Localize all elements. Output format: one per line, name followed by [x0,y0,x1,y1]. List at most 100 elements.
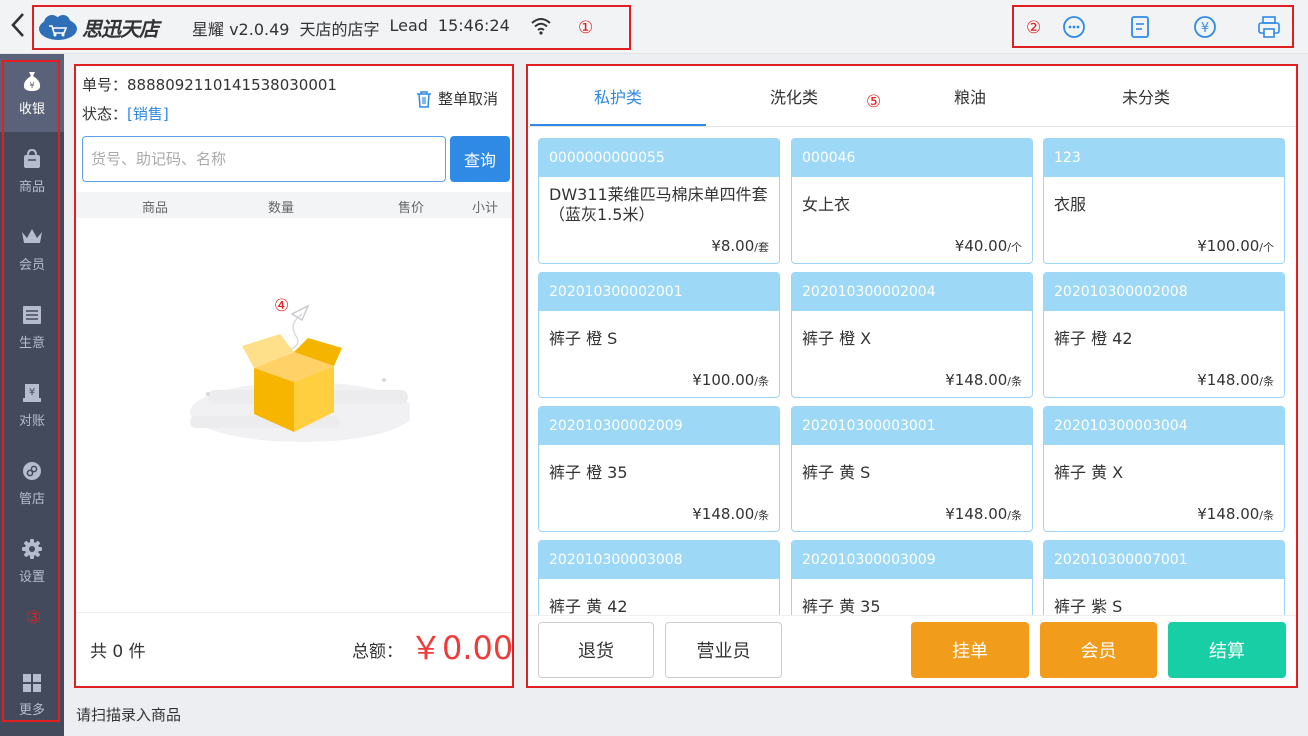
product-card[interactable]: 202010300007001 裤子 紫 S [1043,540,1285,615]
annotation-1: ① [578,18,594,38]
product-name: DW311莱维匹马棉床单四件套（蓝灰1.5米） [549,185,768,224]
sidebar-item-settings[interactable]: 设置 [0,522,64,600]
product-card[interactable]: 123 衣服 ¥100.00/个 [1043,138,1285,264]
product-unit: /个 [1259,241,1274,254]
crown-icon [22,228,42,243]
gear-icon [22,538,42,559]
brand-name: 思迅天店 [82,16,159,41]
empty-box-illustration [190,304,410,442]
user-name: Lead [389,16,428,35]
product-card[interactable]: 202010300003009 裤子 黄 35 [791,540,1033,615]
sidebar-item-checkout[interactable]: ¥ 收银 [0,54,64,132]
product-code: 202010300002001 [539,273,779,311]
product-name: 裤子 黄 S [802,463,871,482]
product-card[interactable]: 202010300002009 裤子 橙 35 ¥148.00/条 [538,406,780,532]
product-unit: /条 [754,509,769,522]
product-card[interactable]: 202010300002004 裤子 橙 X ¥148.00/条 [791,272,1033,398]
annotation-5: ⑤ [866,92,882,112]
product-card[interactable]: 202010300002001 裤子 橙 S ¥100.00/条 [538,272,780,398]
annotation-2: ② [1026,18,1042,38]
tab-cleaning[interactable]: 洗化类 [706,66,882,126]
product-price-value: ¥148.00 [692,505,755,523]
cancel-order-label: 整单取消 [437,90,498,108]
yuan-icon[interactable]: ¥ [1192,14,1218,40]
sidebar-label: 商品 [18,179,45,195]
product-card[interactable]: 202010300003004 裤子 黄 X ¥148.00/条 [1043,406,1285,532]
product-name: 裤子 紫 S [1054,597,1123,615]
svg-text:¥: ¥ [29,387,35,398]
order-status-value: [销售] [127,105,169,123]
product-price-value: ¥100.00 [692,371,755,389]
order-number: 单号：8888092110141538030001 [82,74,337,95]
product-code: 202010300002008 [1044,273,1284,311]
product-card[interactable]: 000046 女上衣 ¥40.00/个 [791,138,1033,264]
cancel-order-button[interactable]: 整单取消 [416,88,498,109]
chat-icon[interactable] [1061,14,1087,40]
sidebar-item-members[interactable]: 会员 [0,210,64,288]
sidebar-item-products[interactable]: 商品 [0,132,64,210]
svg-text:¥: ¥ [29,81,34,90]
grid-icon [23,673,41,692]
product-card[interactable]: 202010300002008 裤子 橙 42 ¥148.00/条 [1043,272,1285,398]
wifi-icon [531,18,551,35]
product-card[interactable]: 202010300003008 裤子 黄 42 [538,540,780,615]
annotation-3: ③ [26,608,42,628]
tab-grain-oil[interactable]: 粮油 [882,66,1058,126]
product-price-value: ¥148.00 [1197,505,1260,523]
sidebar-label: 管店 [18,491,45,507]
product-unit: /条 [1007,375,1022,388]
product-price: ¥100.00/个 [1197,237,1274,255]
product-search-input[interactable] [82,136,446,182]
version-label: 星耀 v2.0.49 [192,20,290,39]
sidebar-item-store[interactable]: 管店 [0,444,64,522]
document-icon[interactable] [1127,14,1153,40]
product-price: ¥148.00/条 [945,505,1022,523]
product-price: ¥148.00/条 [945,371,1022,389]
product-grid: 0000000000055 DW311莱维匹马棉床单四件套（蓝灰1.5米） ¥8… [528,127,1296,615]
product-price-value: ¥148.00 [1197,371,1260,389]
sidebar-item-more[interactable]: 更多 [0,656,64,734]
product-unit: /条 [754,375,769,388]
product-unit: /个 [1007,241,1022,254]
search-button[interactable]: 查询 [450,136,510,182]
hold-order-button[interactable]: 挂单 [911,622,1029,678]
back-arrow-icon[interactable] [8,10,32,44]
column-price: 售价 [398,201,425,216]
sidebar-label: 更多 [18,702,45,718]
return-button[interactable]: 退货 [538,622,654,678]
tab-personal-care[interactable]: 私护类 [530,66,706,126]
product-code: 202010300002004 [792,273,1032,311]
money-bag-icon: ¥ [23,71,41,91]
member-button[interactable]: 会员 [1040,622,1157,678]
order-number-value: 8888092110141538030001 [127,76,337,94]
product-price-value: ¥148.00 [945,371,1008,389]
printer-icon[interactable] [1256,14,1282,40]
product-unit: /套 [754,241,769,254]
sidebar-item-business[interactable]: 生意 [0,288,64,366]
cart-cloud-icon [39,15,77,40]
product-name: 裤子 橙 S [549,329,618,348]
product-code: 202010300003008 [539,541,779,579]
product-code: 202010300003009 [792,541,1032,579]
checkout-button[interactable]: 结算 [1168,622,1286,678]
order-status-label: 状态： [82,105,128,123]
total-label: 总额： [352,642,403,662]
item-count: 共 0 件 [90,642,146,662]
product-code: 202010300003001 [792,407,1032,445]
store-icon [23,461,41,480]
product-unit: /条 [1259,509,1274,522]
status-message: 请扫描录入商品 [76,706,182,724]
column-quantity: 数量 [268,201,295,216]
brand-logo: 思迅天店 [38,12,159,42]
action-bar: 退货 营业员 挂单 会员 结算 [528,615,1296,686]
product-card[interactable]: 202010300003001 裤子 黄 S ¥148.00/条 [791,406,1033,532]
header-info: 星耀 v2.0.49 天店的店字 Lead 15:46:24 [192,16,510,40]
product-price: ¥40.00/个 [955,237,1022,255]
sidebar-item-reconcile[interactable]: ¥ 对账 [0,366,64,444]
bag-icon [24,148,40,168]
product-code: 0000000000055 [539,139,779,177]
staff-button[interactable]: 营业员 [665,622,782,678]
product-card[interactable]: 0000000000055 DW311莱维匹马棉床单四件套（蓝灰1.5米） ¥8… [538,138,780,264]
product-name: 女上衣 [802,195,851,214]
tab-uncategorized[interactable]: 未分类 [1058,66,1234,126]
